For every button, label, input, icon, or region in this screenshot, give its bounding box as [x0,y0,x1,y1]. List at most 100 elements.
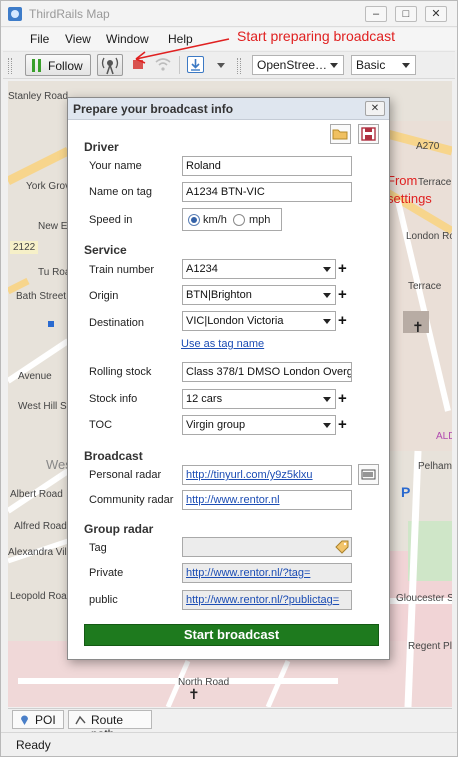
map-street-label: London Road [406,231,452,242]
map-street-label: Avenue [18,371,52,382]
app-window: ThirdRails Map – □ ✕ File View Window He… [0,0,458,757]
map-street-label: Pelham Street [418,461,452,472]
follow-label: Follow [48,59,83,73]
tag-label: Tag [89,542,107,554]
stock-info-combo[interactable]: 12 cars [182,389,336,409]
speed-mph-label: mph [249,214,271,226]
section-driver: Driver [84,140,119,154]
stock-info-label: Stock info [89,393,138,405]
section-group-radar: Group radar [84,522,154,536]
dialog-title: Prepare your broadcast info [73,102,234,116]
map-style-select[interactable]: Basic [351,55,416,75]
map-street-label: 2122 [10,241,39,254]
chevron-down-icon [323,319,331,324]
your-name-label: Your name [89,160,142,172]
tag-input[interactable] [182,537,352,557]
app-logo-icon [8,7,22,21]
toolbar-grip-2[interactable] [237,58,241,74]
speed-mph-radio[interactable] [233,214,245,226]
save-icon [361,127,376,141]
origin-combo[interactable]: BTN|Brighton [182,285,336,305]
section-broadcast: Broadcast [84,449,143,463]
train-number-value: A1234 [186,263,218,275]
map-street-label: Bath Street [16,291,67,302]
speed-kmh-label: km/h [203,214,227,226]
toc-combo[interactable]: Virgin group [182,415,336,435]
map-source-select[interactable]: OpenStree… [252,55,344,75]
toc-value: Virgin group [186,419,246,431]
stop-icon[interactable] [133,60,143,69]
follow-button[interactable]: Follow [25,54,91,76]
destination-combo[interactable]: VIC|London Victoria [182,311,336,331]
community-radar-link[interactable]: http://www.rentor.nl [182,490,352,510]
destination-value: VIC|London Victoria [186,315,284,327]
tab-route-path[interactable]: Route path [68,710,152,741]
qr-code-button[interactable] [358,464,379,485]
barcode-icon [361,469,376,480]
menu-view[interactable]: View [65,32,91,46]
map-street-label: Terrace [408,281,442,292]
maximize-button[interactable]: □ [395,6,417,22]
add-toc-icon[interactable]: + [338,417,347,432]
annotation-from-settings: From settings [387,173,432,206]
speed-unit-group: km/h mph [182,208,282,231]
origin-label: Origin [89,290,119,302]
chevron-down-icon [402,63,410,68]
section-service: Service [84,243,127,257]
add-stock-info-icon[interactable]: + [338,391,347,406]
map-street-label: Alfred Road [14,521,67,532]
private-link[interactable]: http://www.rentor.nl/?tag= [182,563,352,583]
chevron-down-icon [323,397,331,402]
open-file-button[interactable] [330,124,351,144]
speed-kmh-radio[interactable] [188,214,200,226]
radio-tower-icon [101,57,119,75]
close-window-button[interactable]: ✕ [425,6,447,22]
name-on-tag-input[interactable]: A1234 BTN-VIC [182,182,352,202]
origin-value: BTN|Brighton [186,289,252,301]
broadcast-button[interactable] [97,54,123,76]
window-title: ThirdRails Map [29,7,110,21]
church-icon: ✝ [412,319,424,335]
tag-icon[interactable] [334,540,350,555]
status-bar: Ready [1,732,457,756]
chevron-down-icon [323,423,331,428]
wifi-icon[interactable] [154,56,172,72]
add-origin-icon[interactable]: + [338,287,347,302]
dialog-close-button[interactable]: ✕ [365,101,385,116]
status-text: Ready [16,738,51,752]
menu-help[interactable]: Help [168,32,193,46]
chevron-down-icon [330,63,338,68]
train-number-combo[interactable]: A1234 [182,259,336,279]
destination-label: Destination [89,317,145,329]
start-broadcast-button[interactable]: Start broadcast [84,624,379,646]
private-label: Private [89,567,124,579]
rolling-stock-input[interactable]: Class 378/1 DMSO London Overgr [182,362,352,382]
community-radar-label: Community radar [89,494,174,506]
toolbar-grip[interactable] [8,58,12,74]
map-street-label: Stanley Road [8,91,69,102]
public-label: public [89,594,118,606]
menu-file[interactable]: File [30,32,49,46]
public-link[interactable]: http://www.rentor.nl/?publictag= [182,590,352,610]
map-street-label: ALD [436,431,452,442]
toolbar: Follow OpenStree… Basic [3,51,455,79]
map-street-label: Gloucester Street [396,593,452,604]
download-button[interactable] [187,56,204,73]
download-icon [191,59,200,71]
save-file-button[interactable] [358,124,379,144]
map-street-label: A270 [416,141,440,152]
your-name-input[interactable]: Roland [182,156,352,176]
map-source-value: OpenStree… [257,58,328,72]
map-street-label: North Road [178,677,230,688]
add-train-number-icon[interactable]: + [338,261,347,276]
chevron-down-icon [323,267,331,272]
add-destination-icon[interactable]: + [338,313,347,328]
minimize-button[interactable]: – [365,6,387,22]
bottom-tab-bar: POI Route path [8,708,452,741]
use-as-tag-link[interactable]: Use as tag name [181,338,264,350]
menu-window[interactable]: Window [106,32,149,46]
tab-poi[interactable]: POI [12,710,64,729]
folder-icon [332,129,348,140]
toolbar-dropdown-arrow-icon[interactable] [217,63,225,68]
personal-radar-link[interactable]: http://tinyurl.com/y9z5klxu [182,465,352,485]
